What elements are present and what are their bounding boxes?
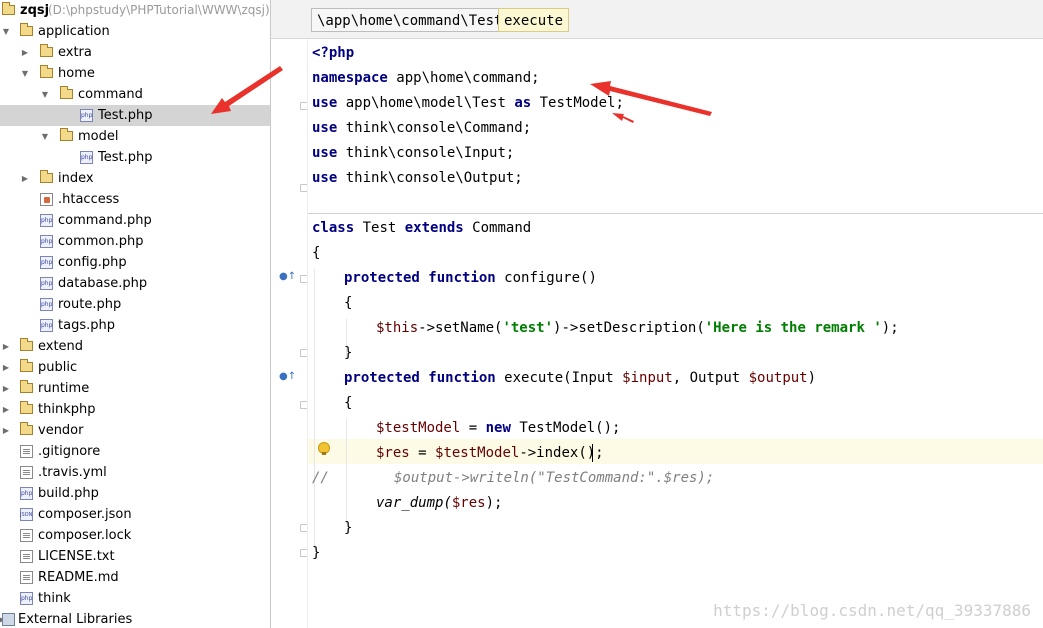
annotation-arrows (211, 66, 712, 123)
red-arrow-icon (590, 81, 712, 116)
red-arrow-icon (612, 113, 634, 123)
red-arrow-icon (211, 66, 283, 114)
